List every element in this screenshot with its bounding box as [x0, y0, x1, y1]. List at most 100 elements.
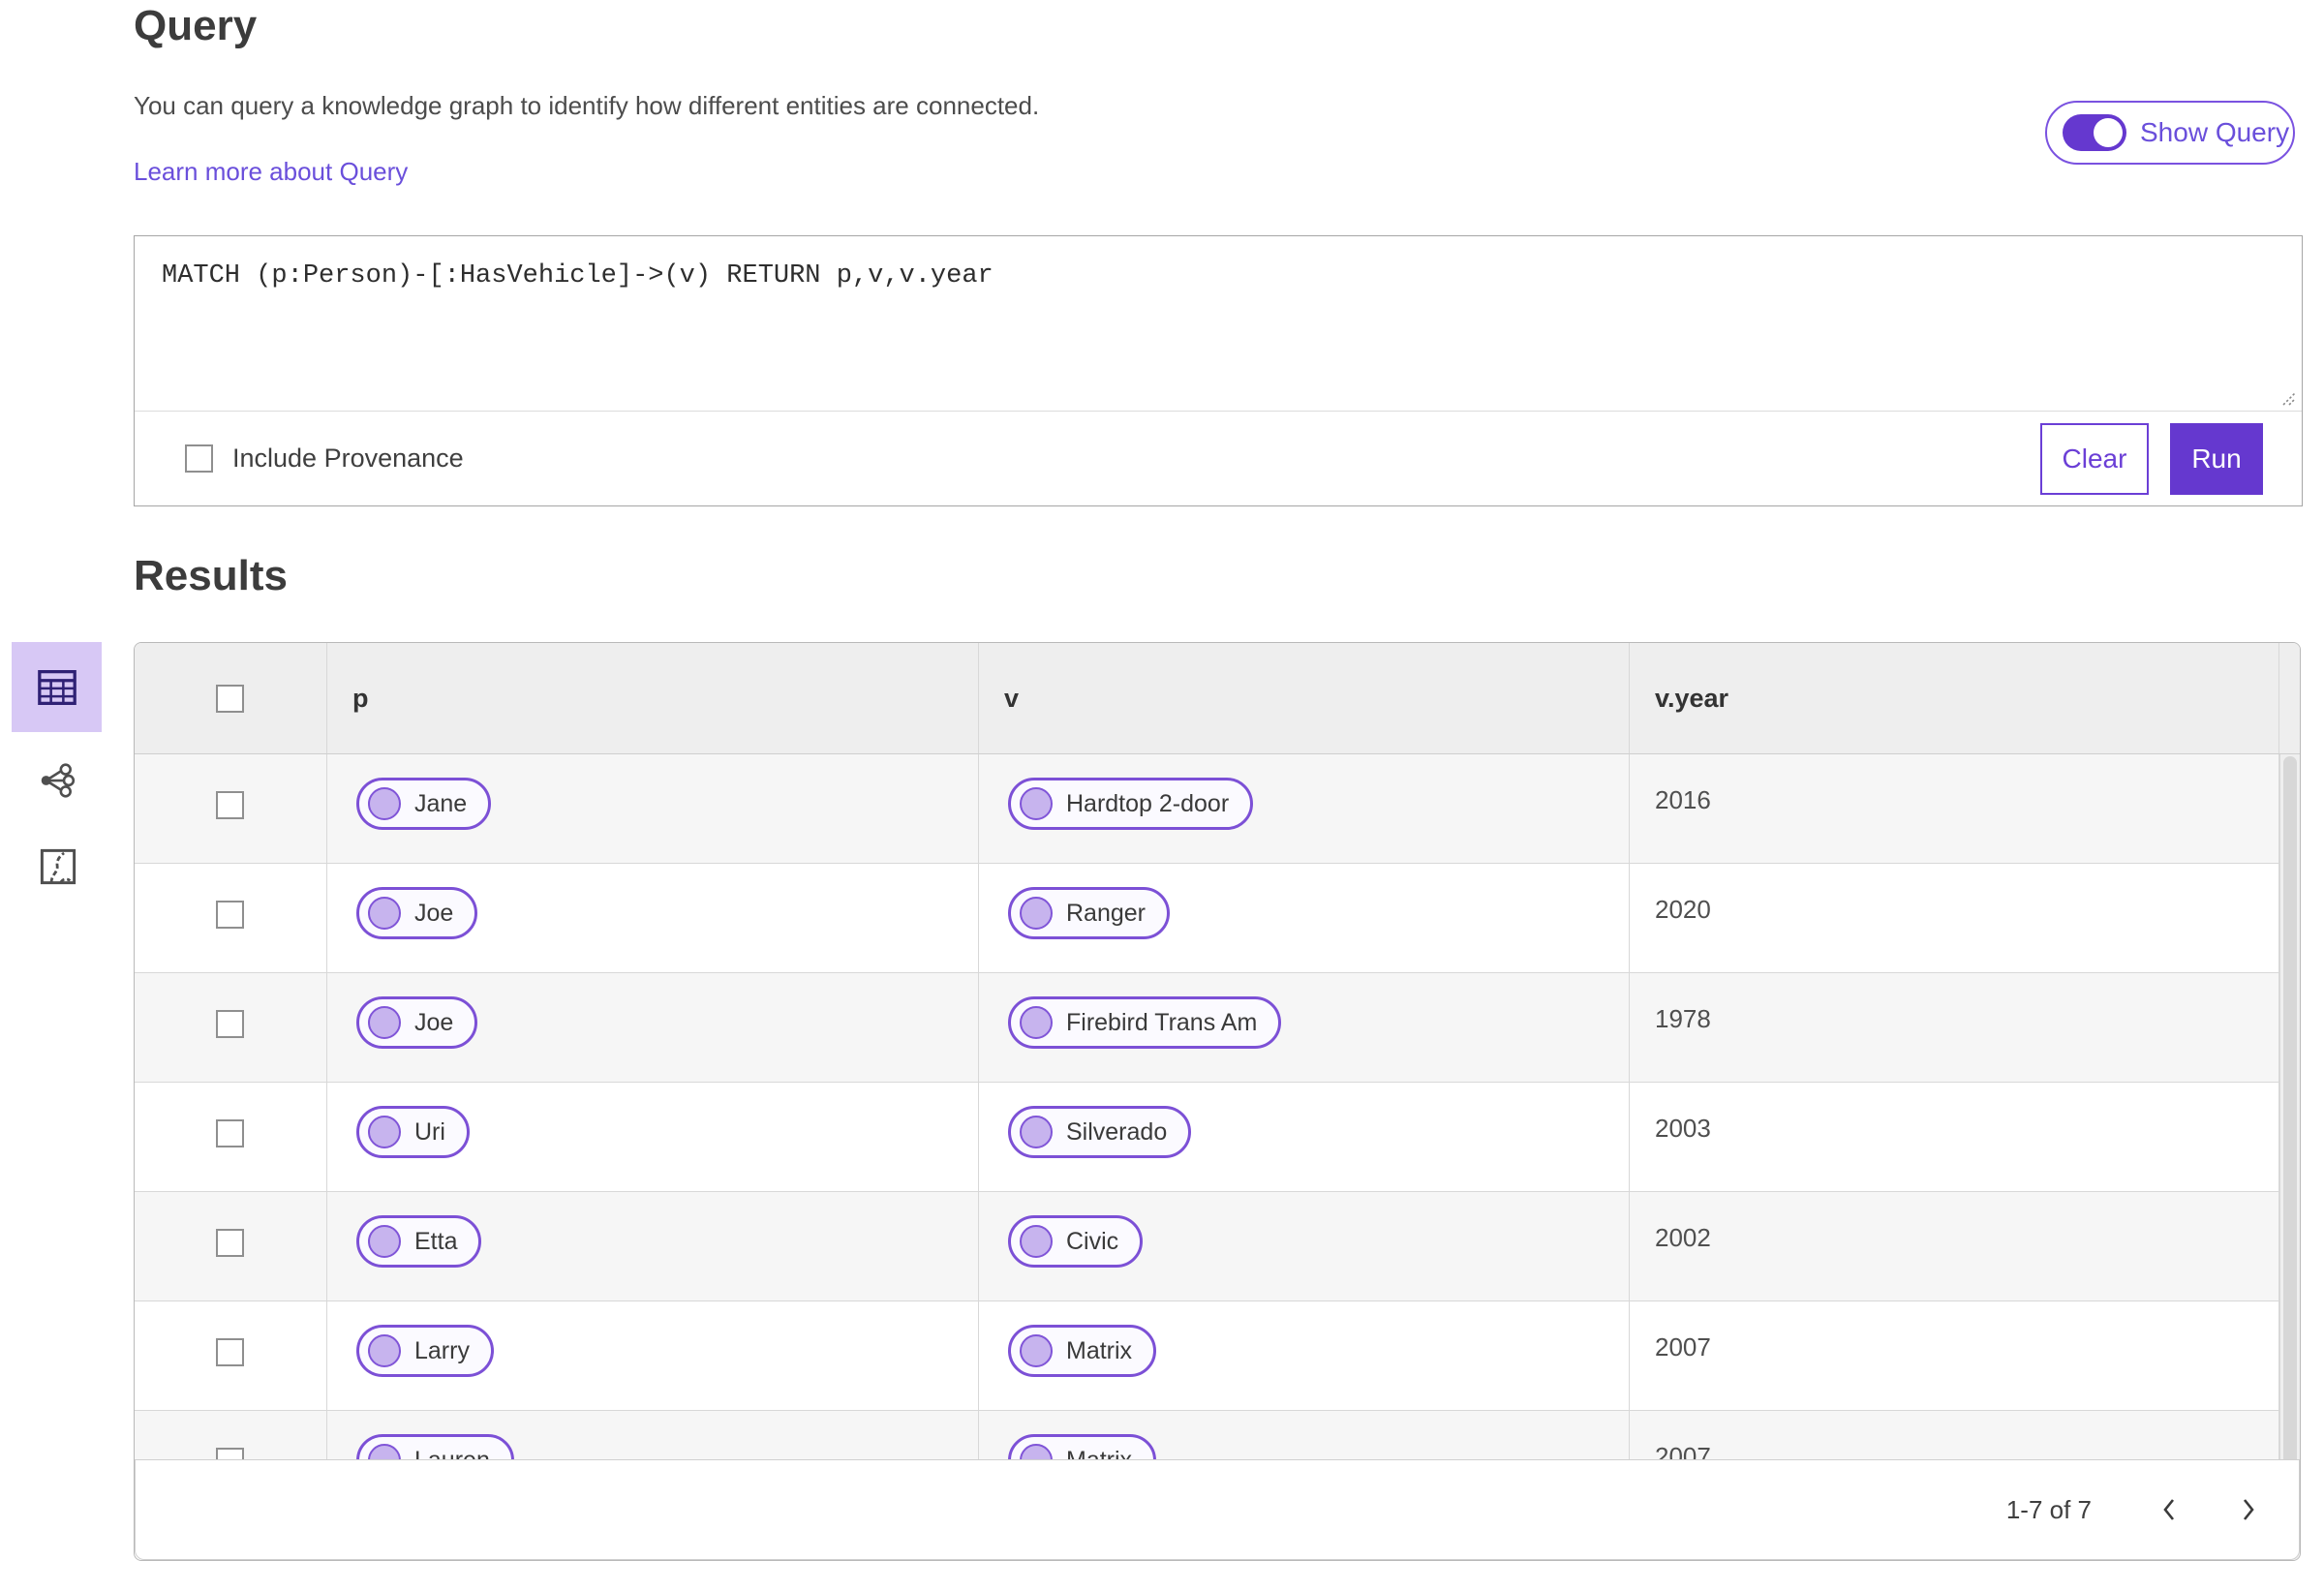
map-view-icon: [40, 848, 76, 885]
table-view-icon: [37, 669, 76, 705]
cell-p: Joe: [327, 864, 979, 972]
column-header-p[interactable]: p: [327, 643, 979, 753]
clear-button[interactable]: Clear: [2040, 422, 2149, 495]
previous-page-button[interactable]: [2148, 1488, 2190, 1531]
entity-pill-person[interactable]: Larry: [356, 1325, 494, 1377]
entity-pill-person[interactable]: Jane: [356, 778, 492, 830]
entity-pill-person[interactable]: Joe: [356, 996, 478, 1049]
table-body: Jane Hardtop 2-door 2016 Joe Ranger 2020…: [135, 754, 2300, 1520]
entity-pill-vehicle[interactable]: Ranger: [1008, 887, 1170, 939]
entity-pill-vehicle[interactable]: Firebird Trans Am: [1008, 996, 1282, 1049]
results-table: p v v.year Jane Hardtop 2-door 2016 Joe …: [134, 642, 2301, 1561]
table-scrollbar[interactable]: [2279, 754, 2300, 1560]
node-dot-icon: [1020, 1334, 1053, 1367]
textarea-resize-handle-icon[interactable]: [2278, 387, 2297, 407]
row-checkbox-cell: [135, 754, 327, 863]
entity-label: Larry: [414, 1336, 470, 1364]
row-checkbox[interactable]: [216, 1338, 244, 1366]
row-checkbox[interactable]: [216, 1010, 244, 1038]
cell-v: Hardtop 2-door: [979, 754, 1630, 863]
row-checkbox-cell: [135, 1083, 327, 1191]
table-row: Uri Silverado 2003: [135, 1083, 2300, 1192]
cell-v: Firebird Trans Am: [979, 973, 1630, 1082]
node-dot-icon: [1020, 897, 1053, 930]
cell-v-year: 1978: [1630, 973, 2279, 1082]
year-value: 2016: [1655, 785, 1711, 814]
year-value: 2003: [1655, 1114, 1711, 1143]
cell-v-year: 2003: [1630, 1083, 2279, 1191]
query-section-title: Query: [134, 2, 258, 49]
knowledge-graph-query-page: Query You can query a knowledge graph to…: [0, 0, 2324, 1591]
column-header-v-year[interactable]: v.year: [1630, 643, 2279, 753]
row-checkbox[interactable]: [216, 901, 244, 929]
cell-p: Etta: [327, 1192, 979, 1300]
table-row: Larry Matrix 2007: [135, 1301, 2300, 1411]
node-dot-icon: [1020, 1225, 1053, 1258]
query-editor-panel: MATCH (p:Person)-[:HasVehicle]->(v) RETU…: [134, 235, 2303, 506]
include-provenance-label: Include Provenance: [232, 444, 464, 473]
row-checkbox-cell: [135, 1192, 327, 1300]
include-provenance-checkbox[interactable]: [185, 444, 213, 473]
column-header-v[interactable]: v: [979, 643, 1630, 753]
entity-pill-vehicle[interactable]: Civic: [1008, 1215, 1144, 1268]
show-query-toggle[interactable]: Show Query: [2045, 101, 2295, 165]
entity-label: Jane: [414, 789, 468, 817]
cell-v: Silverado: [979, 1083, 1630, 1191]
row-checkbox-cell: [135, 1301, 327, 1410]
select-all-checkbox[interactable]: [216, 684, 244, 713]
table-row: Jane Hardtop 2-door 2016: [135, 754, 2300, 864]
entity-pill-person[interactable]: Etta: [356, 1215, 482, 1268]
year-value: 2020: [1655, 895, 1711, 924]
learn-more-link[interactable]: Learn more about Query: [134, 157, 408, 187]
row-checkbox[interactable]: [216, 791, 244, 819]
run-button[interactable]: Run: [2170, 422, 2263, 495]
toggle-switch-icon[interactable]: [2063, 114, 2126, 151]
cell-v-year: 2020: [1630, 864, 2279, 972]
row-checkbox[interactable]: [216, 1119, 244, 1147]
entity-pill-vehicle[interactable]: Silverado: [1008, 1106, 1192, 1158]
table-view-button[interactable]: [12, 642, 102, 732]
year-value: 1978: [1655, 1004, 1711, 1033]
entity-label: Civic: [1066, 1227, 1119, 1255]
toggle-knob: [2094, 118, 2123, 147]
node-dot-icon: [368, 787, 401, 820]
entity-label: Matrix: [1066, 1336, 1133, 1364]
query-input[interactable]: MATCH (p:Person)-[:HasVehicle]->(v) RETU…: [135, 236, 2302, 412]
row-checkbox-cell: [135, 973, 327, 1082]
entity-pill-vehicle[interactable]: Matrix: [1008, 1325, 1157, 1377]
entity-label: Joe: [414, 899, 454, 927]
cell-p: Larry: [327, 1301, 979, 1410]
chevron-right-icon: [2243, 1499, 2254, 1520]
entity-label: Firebird Trans Am: [1066, 1008, 1258, 1036]
year-value: 2002: [1655, 1223, 1711, 1252]
entity-pill-vehicle[interactable]: Hardtop 2-door: [1008, 778, 1254, 830]
entity-pill-person[interactable]: Joe: [356, 887, 478, 939]
query-description: You can query a knowledge graph to ident…: [134, 91, 1040, 120]
query-footer: Include Provenance Clear Run: [135, 412, 2302, 505]
cell-p: Jane: [327, 754, 979, 863]
cell-v: Civic: [979, 1192, 1630, 1300]
table-row: Joe Firebird Trans Am 1978: [135, 973, 2300, 1083]
show-query-label: Show Query: [2140, 117, 2290, 147]
cell-v: Ranger: [979, 864, 1630, 972]
node-dot-icon: [368, 1116, 401, 1148]
table-row: Joe Ranger 2020: [135, 864, 2300, 973]
header-checkbox-cell: [135, 643, 327, 753]
node-dot-icon: [368, 897, 401, 930]
node-dot-icon: [368, 1225, 401, 1258]
row-checkbox-cell: [135, 864, 327, 972]
graph-view-button[interactable]: [23, 747, 91, 814]
next-page-button[interactable]: [2227, 1488, 2270, 1531]
pagination-range-label: 1-7 of 7: [2005, 1494, 2092, 1524]
scrollbar-thumb[interactable]: [2283, 756, 2297, 1558]
row-checkbox[interactable]: [216, 1229, 244, 1257]
header-scrollbar-stub: [2279, 643, 2300, 753]
node-dot-icon: [1020, 1006, 1053, 1039]
chevron-left-icon: [2163, 1499, 2175, 1520]
entity-pill-person[interactable]: Uri: [356, 1106, 470, 1158]
node-dot-icon: [1020, 787, 1053, 820]
map-view-button[interactable]: [24, 833, 92, 901]
entity-label: Joe: [414, 1008, 454, 1036]
pagination-bar: 1-7 of 7: [135, 1459, 2300, 1560]
node-dot-icon: [1020, 1116, 1053, 1148]
